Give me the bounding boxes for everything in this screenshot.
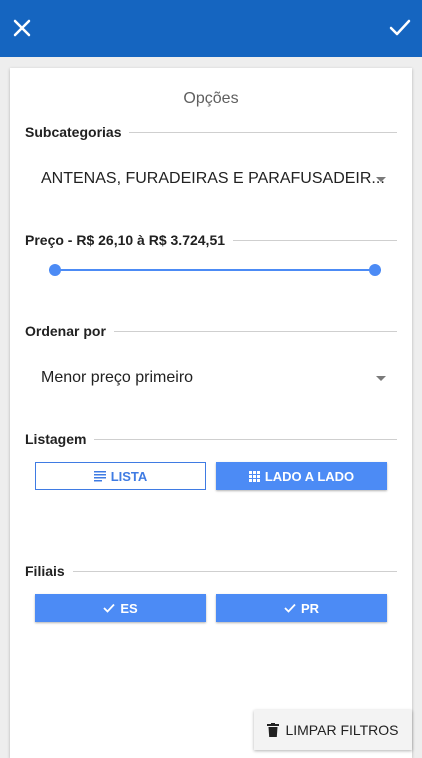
- slider-track: [49, 269, 381, 271]
- preco-section-header: Preço - R$ 26,10 à R$ 3.724,51: [25, 230, 397, 250]
- clear-filters-button[interactable]: LIMPAR FILTROS: [254, 710, 412, 750]
- check-icon: [103, 603, 115, 613]
- filiais-section-header: Filiais: [25, 561, 397, 581]
- lista-button[interactable]: LISTA: [35, 462, 206, 490]
- price-range-slider[interactable]: [49, 264, 381, 276]
- dropdown-arrow-icon: [376, 376, 386, 381]
- slider-min-handle[interactable]: [49, 264, 61, 276]
- lado-a-lado-button-label: LADO A LADO: [264, 468, 355, 484]
- top-app-bar: [0, 0, 422, 57]
- ordenar-section-header: Ordenar por: [25, 321, 397, 341]
- filial-es-button[interactable]: ES: [35, 594, 206, 622]
- ordenar-heading: Ordenar por: [25, 323, 106, 339]
- grid-icon: [248, 470, 260, 482]
- filial-pr-button[interactable]: PR: [216, 594, 387, 622]
- divider: [233, 239, 397, 241]
- divider: [113, 330, 397, 332]
- filial-es-label: ES: [120, 600, 138, 616]
- preco-heading: Preço - R$ 26,10 à R$ 3.724,51: [25, 232, 226, 248]
- check-icon: [389, 19, 411, 36]
- divider: [129, 131, 397, 133]
- close-icon: [13, 19, 31, 37]
- filiais-heading: Filiais: [25, 563, 65, 579]
- subcategoria-select[interactable]: ANTENAS, FURADEIRAS E PARAFUSADEIR...: [41, 168, 392, 192]
- clear-filters-label: LIMPAR FILTROS: [285, 722, 399, 738]
- ordenar-select[interactable]: Menor preço primeiro: [41, 367, 392, 391]
- filter-panel: Opções Subcategorias ANTENAS, FURADEIRAS…: [10, 68, 412, 758]
- dropdown-arrow-icon: [376, 177, 386, 182]
- listagem-heading: Listagem: [25, 431, 87, 447]
- confirm-button[interactable]: [386, 14, 414, 42]
- subcategoria-selected-value: ANTENAS, FURADEIRAS E PARAFUSADEIR...: [41, 170, 385, 187]
- filial-pr-label: PR: [300, 600, 320, 616]
- lado-a-lado-button[interactable]: LADO A LADO: [216, 462, 387, 490]
- ordenar-selected-value: Menor preço primeiro: [41, 369, 194, 386]
- panel-title: Opções: [183, 90, 239, 107]
- subcategorias-heading: Subcategorias: [25, 124, 122, 140]
- subcategorias-section-header: Subcategorias: [25, 122, 397, 142]
- list-icon: [93, 470, 106, 482]
- close-button[interactable]: [8, 14, 36, 42]
- slider-max-handle[interactable]: [369, 264, 381, 276]
- check-icon: [284, 603, 296, 613]
- divider: [72, 570, 397, 572]
- divider: [94, 438, 397, 440]
- lista-button-label: LISTA: [110, 468, 148, 484]
- listagem-section-header: Listagem: [25, 429, 397, 449]
- trash-icon: [267, 723, 280, 737]
